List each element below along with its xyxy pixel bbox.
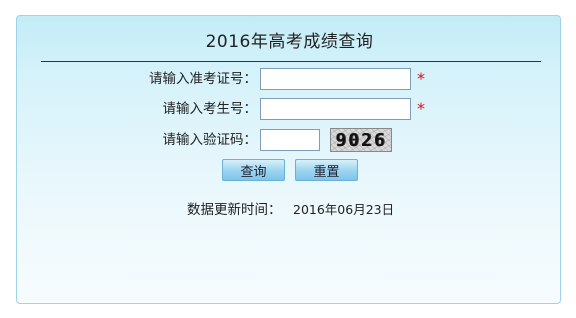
page-title: 2016年高考成绩查询 <box>205 32 374 52</box>
captcha-row: 请输入验证码： 9026 <box>17 128 562 152</box>
exam-number-input[interactable] <box>260 68 411 90</box>
exam-number-label: 请输入准考证号： <box>149 71 257 87</box>
captcha-input[interactable] <box>260 129 320 151</box>
exam-number-row: 请输入准考证号： * <box>17 67 562 91</box>
exam-number-required-mark: * <box>417 69 425 88</box>
captcha-image-text: 9026 <box>335 130 387 151</box>
student-number-input[interactable] <box>260 98 411 120</box>
query-panel: 2016年高考成绩查询 请输入准考证号： * 请输入考生号： * 请输入验证码：… <box>16 15 561 304</box>
update-time-label: 数据更新时间： <box>187 202 282 218</box>
student-number-label: 请输入考生号： <box>162 101 258 117</box>
query-button[interactable]: 查询 <box>222 159 285 181</box>
title-divider <box>41 61 541 62</box>
captcha-label: 请输入验证码： <box>162 132 258 148</box>
reset-button[interactable]: 重置 <box>295 159 358 181</box>
student-number-required-mark: * <box>417 99 425 118</box>
student-number-row: 请输入考生号： * <box>17 97 562 121</box>
captcha-image[interactable]: 9026 <box>330 128 392 152</box>
update-time-value: 2016年06月23日 <box>293 202 395 217</box>
